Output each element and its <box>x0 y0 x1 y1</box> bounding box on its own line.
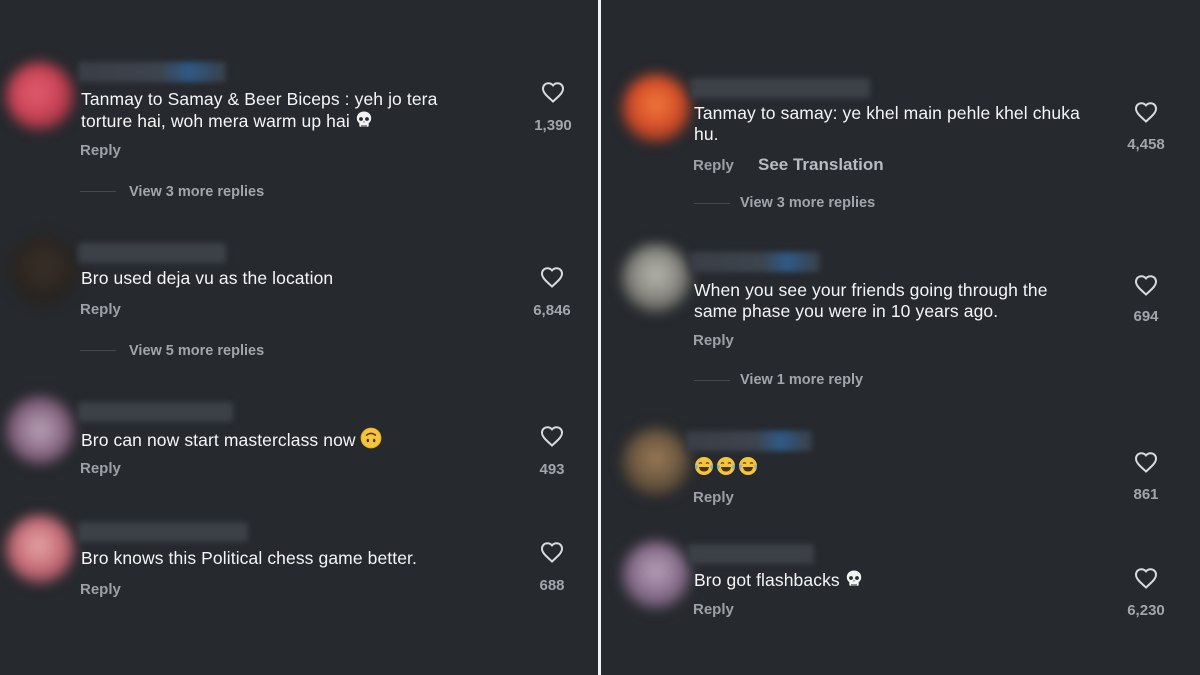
view-more-replies-link[interactable]: View 3 more replies <box>129 184 264 200</box>
like-count: 4,458 <box>1127 136 1165 153</box>
replies-divider-line <box>80 191 116 192</box>
view-more-replies-link[interactable]: View 1 more reply <box>740 372 863 388</box>
left-comment-panel: Tanmay to Samay & Beer Biceps : yeh jo t… <box>0 0 598 675</box>
like-count: 493 <box>539 461 565 478</box>
tears-of-joy-icon <box>716 456 736 481</box>
replies-divider-line <box>694 380 730 381</box>
like-count: 1,390 <box>534 117 572 134</box>
comment-text: Bro can now start masterclass now <box>81 427 382 454</box>
reply-button[interactable]: Reply <box>693 601 734 618</box>
avatar[interactable] <box>622 428 690 496</box>
username-blurred[interactable] <box>78 62 226 82</box>
view-more-replies-link[interactable]: View 3 more replies <box>740 195 875 211</box>
replies-divider-line <box>80 350 116 351</box>
skull-icon <box>354 110 374 135</box>
like-count: 861 <box>1133 486 1159 503</box>
tears-of-joy-icon <box>694 456 714 481</box>
replies-divider-line <box>694 203 730 204</box>
like-heart-icon[interactable] <box>539 540 565 564</box>
comment-text <box>694 456 760 481</box>
like-count: 6,230 <box>1127 602 1165 619</box>
tears-of-joy-icon <box>738 456 758 481</box>
username-blurred[interactable] <box>78 522 248 542</box>
view-more-replies-link[interactable]: View 5 more replies <box>129 343 264 359</box>
avatar[interactable] <box>622 74 690 142</box>
reply-button[interactable]: Reply <box>80 142 121 159</box>
comment-text: Bro got flashbacks <box>694 569 864 594</box>
username-blurred[interactable] <box>686 431 812 451</box>
like-count: 688 <box>539 577 565 594</box>
like-count: 6,846 <box>533 302 571 319</box>
like-heart-icon[interactable] <box>1133 273 1159 297</box>
skull-icon <box>844 569 864 594</box>
like-count: 694 <box>1133 308 1159 325</box>
like-heart-icon[interactable] <box>539 265 565 289</box>
see-translation-link[interactable]: See Translation <box>758 155 884 175</box>
username-blurred[interactable] <box>78 402 233 422</box>
avatar[interactable] <box>6 515 74 583</box>
username-blurred[interactable] <box>690 78 870 98</box>
username-blurred[interactable] <box>78 243 226 263</box>
username-blurred[interactable] <box>688 544 814 564</box>
like-heart-icon[interactable] <box>1133 566 1159 590</box>
avatar[interactable] <box>622 541 690 609</box>
like-heart-icon[interactable] <box>1133 100 1159 124</box>
reply-button[interactable]: Reply <box>80 301 121 318</box>
comment-text: Tanmay to samay: ye khel main pehle khel… <box>694 103 1080 144</box>
avatar[interactable] <box>6 62 74 130</box>
avatar[interactable] <box>6 396 74 464</box>
comment-text: Bro knows this Political chess game bett… <box>81 548 417 568</box>
comment-text: Bro used deja vu as the location <box>81 268 334 288</box>
comment-text: When you see your friends going through … <box>694 280 1048 321</box>
upside-down-face-icon <box>360 427 382 454</box>
comment-text: Tanmay to Samay & Beer Biceps : yeh jo t… <box>81 89 437 135</box>
like-heart-icon[interactable] <box>539 424 565 448</box>
username-blurred[interactable] <box>690 252 820 272</box>
reply-button[interactable]: Reply <box>693 157 734 174</box>
avatar[interactable] <box>10 236 78 304</box>
reply-button[interactable]: Reply <box>80 460 121 477</box>
like-heart-icon[interactable] <box>540 80 566 104</box>
like-heart-icon[interactable] <box>1133 450 1159 474</box>
reply-button[interactable]: Reply <box>693 489 734 506</box>
reply-button[interactable]: Reply <box>80 581 121 598</box>
reply-button[interactable]: Reply <box>693 332 734 349</box>
avatar[interactable] <box>622 244 690 312</box>
right-comment-panel: Tanmay to samay: ye khel main pehle khel… <box>600 0 1200 675</box>
